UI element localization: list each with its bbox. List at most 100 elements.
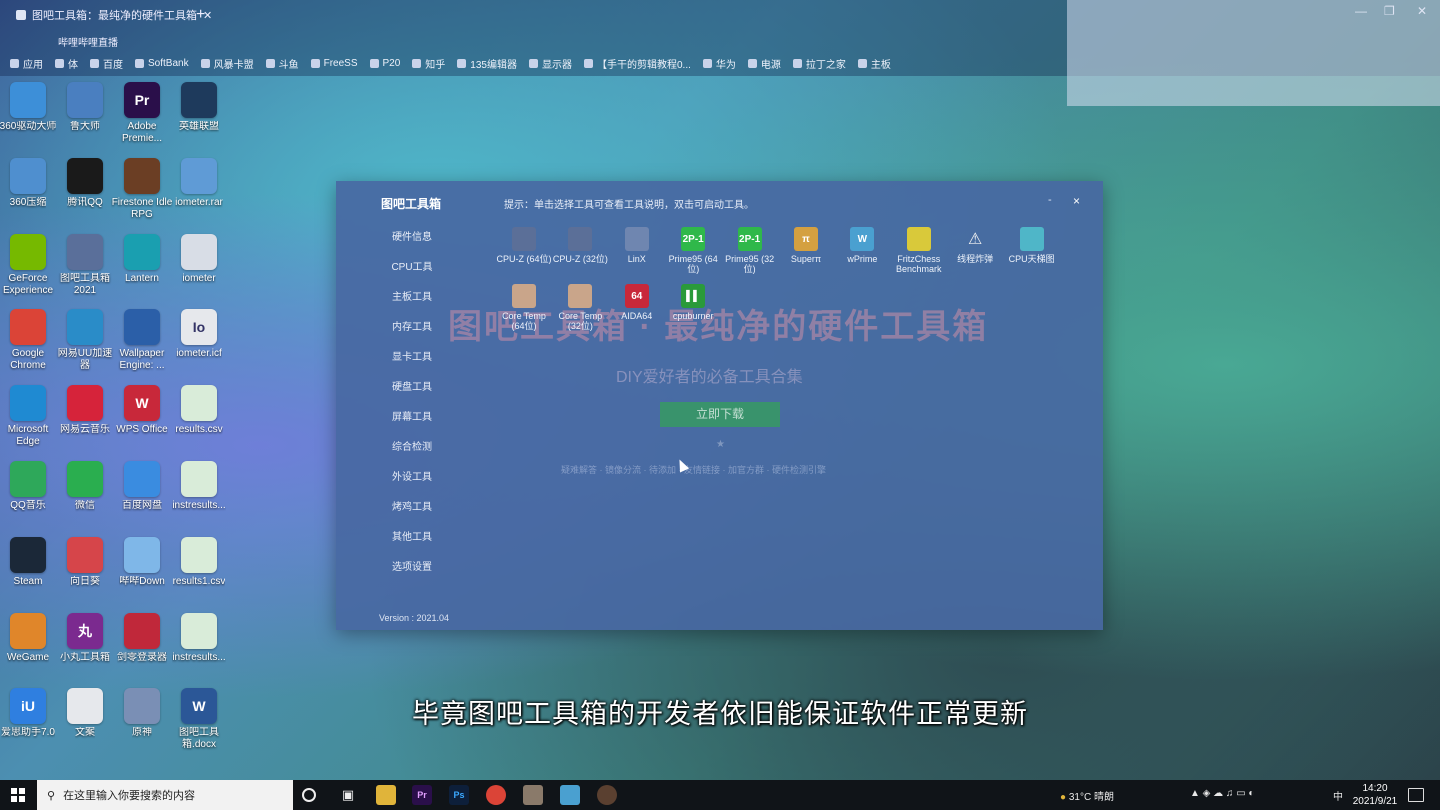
bookmark-item[interactable]: 显示器 bbox=[528, 56, 572, 71]
taskbar-photoshop-icon[interactable]: Ps bbox=[449, 785, 469, 805]
bookmark-item[interactable]: 风暴卡盟 bbox=[200, 56, 254, 71]
tool-item[interactable]: ▌▌ cpuburner bbox=[665, 284, 721, 321]
bookmark-item[interactable]: 应用 bbox=[10, 56, 43, 71]
desktop-icon[interactable]: 360压缩 bbox=[0, 157, 59, 209]
desktop-icon[interactable]: Google Chrome bbox=[0, 309, 59, 372]
browser-tab-active[interactable]: 图吧工具箱：最纯净的硬件工具箱 ✕ bbox=[16, 4, 212, 26]
download-button[interactable]: 立即下载 bbox=[660, 402, 780, 427]
browser-tab-live[interactable]: 哔哩哔哩直播 bbox=[58, 30, 118, 52]
desktop-icon[interactable]: QQ音乐 bbox=[0, 461, 59, 512]
taskbar-search-box[interactable]: ⚲ 在这里输入你要搜索的内容 bbox=[37, 780, 293, 810]
desktop-icon-label: GeForce Experience bbox=[2, 272, 54, 296]
clock[interactable]: 14:20 2021/9/21 bbox=[1346, 782, 1404, 808]
cortana-icon[interactable] bbox=[302, 788, 316, 802]
app-close-button[interactable]: × bbox=[1073, 194, 1080, 208]
sidebar-item[interactable]: 选项设置 bbox=[336, 555, 486, 585]
tool-item[interactable]: 2P-1 Prime95 (32位) bbox=[722, 227, 778, 274]
desktop-icon[interactable]: Steam bbox=[0, 536, 59, 588]
desktop-icon[interactable]: iometer.rar bbox=[168, 157, 230, 209]
taskbar-chrome-icon[interactable] bbox=[486, 785, 506, 805]
tool-item[interactable]: CPU-Z (32位) bbox=[552, 227, 608, 264]
sidebar-item[interactable]: 烤鸡工具 bbox=[336, 495, 486, 525]
desktop-icon[interactable]: results.csv bbox=[168, 385, 230, 436]
sidebar-item[interactable]: 综合检测 bbox=[336, 435, 486, 465]
desktop-icon[interactable]: Microsoft Edge bbox=[0, 385, 59, 448]
desktop-icon[interactable]: Lantern bbox=[111, 233, 173, 285]
sidebar-item[interactable]: 屏幕工具 bbox=[336, 405, 486, 435]
notification-center-icon[interactable] bbox=[1408, 788, 1424, 802]
bookmark-item[interactable]: 拉丁之家 bbox=[792, 56, 846, 71]
tool-item[interactable]: π Superπ bbox=[778, 227, 834, 264]
desktop-icon[interactable]: instresults... bbox=[168, 612, 230, 664]
windows-start-button[interactable] bbox=[0, 780, 36, 810]
ime-indicator[interactable]: 中 bbox=[1333, 788, 1343, 803]
bookmark-item[interactable]: 斗鱼 bbox=[265, 56, 299, 71]
tool-label: Core Temp (64位) bbox=[502, 311, 546, 331]
taskbar-app-icon[interactable] bbox=[523, 785, 543, 805]
tool-item[interactable]: Core Temp (64位) bbox=[496, 284, 552, 331]
taskbar-premiere-icon[interactable]: Pr bbox=[412, 785, 432, 805]
bookmark-item[interactable]: 百度 bbox=[90, 56, 123, 71]
desktop-icon[interactable]: Io iometer.icf bbox=[168, 309, 230, 360]
desktop-icon[interactable]: 丸小丸工具箱 bbox=[54, 612, 116, 664]
weather-widget[interactable]: ● 31°C 晴朗 bbox=[1060, 788, 1114, 803]
desktop-icon[interactable]: 腾讯QQ bbox=[54, 157, 116, 209]
bookmark-item[interactable]: P20 bbox=[369, 58, 400, 69]
desktop-icon[interactable]: W WPS Office bbox=[111, 385, 173, 436]
desktop-icon[interactable]: WeGame bbox=[0, 612, 59, 664]
desktop-icon[interactable]: 网易云音乐 bbox=[54, 385, 116, 436]
sidebar-item[interactable]: 硬件信息 bbox=[336, 225, 486, 255]
bookmark-item[interactable]: SoftBank bbox=[135, 58, 189, 69]
tool-item[interactable]: ⚠ 线程炸弹 bbox=[947, 227, 1003, 264]
tool-item[interactable]: WwPrime bbox=[834, 227, 890, 264]
new-tab-button[interactable]: + bbox=[196, 4, 205, 26]
taskbar-game-icon[interactable] bbox=[597, 785, 617, 805]
tool-item[interactable]: LinX bbox=[609, 227, 665, 264]
sidebar-item[interactable]: 显卡工具 bbox=[336, 345, 486, 375]
bookmark-item[interactable]: 体 bbox=[55, 56, 78, 71]
bookmark-icon bbox=[457, 58, 467, 68]
desktop-icon[interactable]: 360驱动大师 bbox=[0, 82, 59, 133]
sidebar-item[interactable]: 外设工具 bbox=[336, 465, 486, 495]
desktop-icon[interactable]: iometer bbox=[168, 233, 230, 285]
bookmark-item[interactable]: 华为 bbox=[702, 56, 736, 71]
bookmark-item[interactable]: 135编辑器 bbox=[457, 56, 517, 71]
desktop-icon[interactable]: results1.csv bbox=[168, 536, 230, 588]
warning-icon: ⚠ bbox=[968, 231, 983, 248]
desktop-icon[interactable]: 百度网盘 bbox=[111, 461, 173, 512]
file-explorer-icon[interactable] bbox=[376, 785, 396, 805]
desktop-icon[interactable]: Wallpaper Engine: ... bbox=[111, 309, 173, 372]
bookmark-item[interactable]: FreeSS bbox=[310, 58, 358, 69]
bookmark-item[interactable]: 【手干的剪辑教程0... bbox=[583, 56, 691, 71]
desktop-icon[interactable]: 剑零登录器 bbox=[111, 612, 173, 664]
desktop-icon[interactable]: 哔哔Down bbox=[111, 536, 173, 588]
tool-item[interactable]: 2P-1 Prime95 (64位) bbox=[665, 227, 721, 274]
footer-links[interactable]: 疑难解答 · 镜像分流 · 待添加 · 友情链接 · 加官方群 · 硬件检测引擎 bbox=[561, 463, 826, 476]
desktop-icon[interactable]: 微信 bbox=[54, 461, 116, 512]
desktop-icon[interactable]: 图吧工具箱 2021 bbox=[54, 233, 116, 297]
system-tray-icons[interactable]: ▲ ◈ ☁ ♫ ▭ ◐ bbox=[1190, 788, 1254, 799]
bookmark-item[interactable]: 电源 bbox=[747, 56, 781, 71]
sidebar-item[interactable]: 其他工具 bbox=[336, 525, 486, 555]
sidebar-item[interactable]: 硬盘工具 bbox=[336, 375, 486, 405]
desktop-icon[interactable]: instresults... bbox=[168, 461, 230, 512]
desktop-icon[interactable]: Firestone Idle RPG bbox=[111, 157, 173, 221]
tool-item[interactable]: 64 AIDA64 bbox=[609, 284, 665, 321]
bookmark-item[interactable]: 主板 bbox=[857, 56, 891, 71]
tool-item[interactable]: CPU天梯图 bbox=[1004, 227, 1060, 264]
desktop-icon[interactable]: Pr Adobe Premie... bbox=[111, 82, 173, 145]
bookmark-item[interactable]: 知乎 bbox=[412, 56, 445, 71]
tool-item[interactable]: CPU-Z (64位) bbox=[496, 227, 552, 264]
desktop-icon[interactable]: 鲁大师 bbox=[54, 82, 116, 133]
tool-item[interactable]: Core Temp (32位) bbox=[552, 284, 608, 331]
app-minimize-button[interactable]: - bbox=[1048, 194, 1052, 206]
tool-item[interactable]: FritzChess Benchmark bbox=[891, 227, 947, 274]
bookmark-label: 风暴卡盟 bbox=[213, 59, 254, 71]
desktop-icon[interactable]: 网易UU加速器 bbox=[54, 309, 116, 372]
sidebar-item[interactable]: CPU工具 bbox=[336, 255, 486, 285]
desktop-icon[interactable]: 英雄联盟 bbox=[168, 82, 230, 133]
taskbar-toolbox-icon[interactable] bbox=[560, 785, 580, 805]
task-view-icon[interactable]: ▣ bbox=[338, 785, 358, 805]
desktop-icon[interactable]: 向日葵 bbox=[54, 536, 116, 588]
desktop-icon[interactable]: GeForce Experience bbox=[0, 233, 59, 297]
